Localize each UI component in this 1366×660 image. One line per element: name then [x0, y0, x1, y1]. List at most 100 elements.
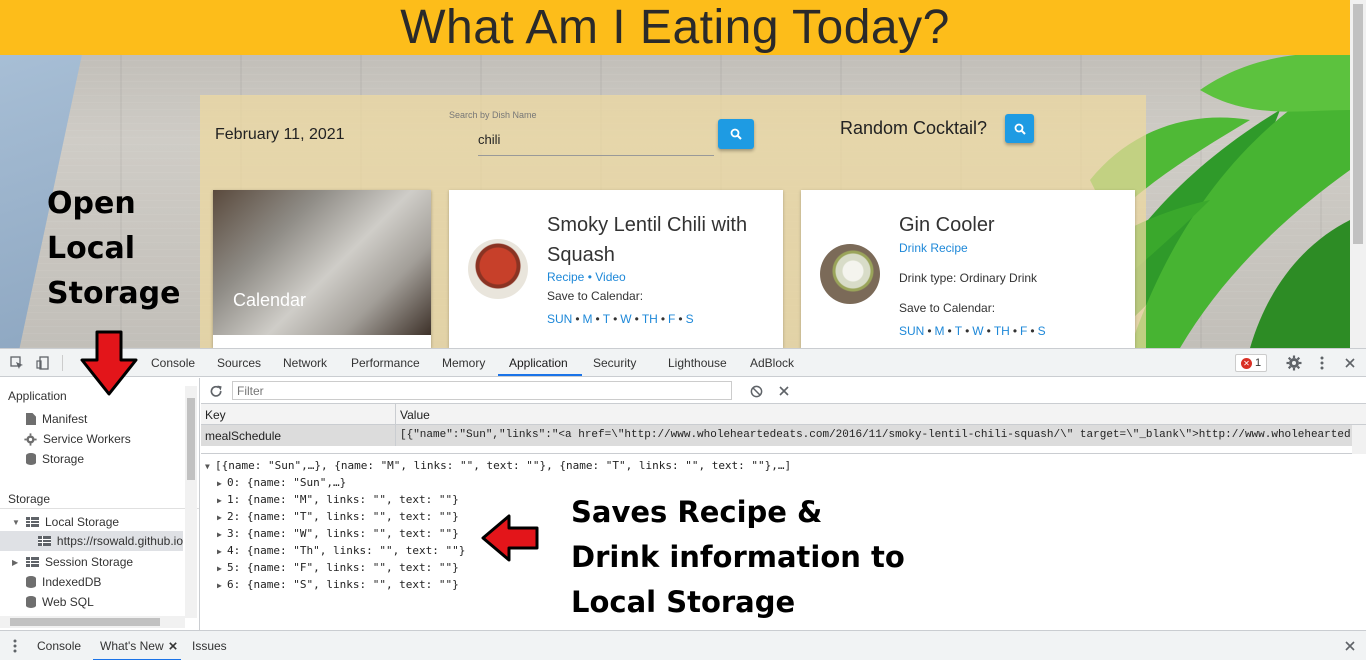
search-icon	[1014, 123, 1026, 135]
calendar-title: Calendar	[233, 290, 307, 310]
device-icon[interactable]	[34, 354, 52, 372]
application-sidebar: Application Manifest Service Workers Sto…	[0, 378, 200, 630]
tab-console[interactable]: Console	[151, 356, 195, 370]
expand-right-icon[interactable]: ▶	[217, 578, 227, 594]
expand-right-icon[interactable]: ▶	[217, 510, 227, 526]
search-button[interactable]	[718, 119, 754, 149]
open-local-storage-annotation: Open Local Storage	[47, 181, 180, 316]
recipe-day-links: SUN • M • T • W • TH • F • S	[547, 312, 694, 326]
site-title: What Am I Eating Today?	[400, 1, 950, 54]
close-icon[interactable]	[164, 637, 182, 655]
expand-right-icon[interactable]: ▶	[217, 527, 227, 543]
day-link-sun[interactable]: SUN	[899, 324, 924, 338]
day-link-sun[interactable]: SUN	[547, 312, 572, 326]
refresh-icon[interactable]	[207, 382, 225, 400]
day-link-m[interactable]: M	[935, 324, 945, 338]
clear-icon[interactable]	[775, 382, 793, 400]
sidebar-item-label: Manifest	[42, 412, 88, 426]
tab-adblock[interactable]: AdBlock	[750, 356, 794, 370]
filter-toolbar	[201, 378, 1366, 404]
sidebar-item-indexeddb[interactable]: IndexedDB	[26, 575, 101, 589]
gear-icon	[24, 432, 37, 446]
drawer-tab-whats-new[interactable]: What's New	[100, 639, 164, 653]
kebab-icon[interactable]	[6, 637, 24, 655]
day-link-s[interactable]: S	[1038, 324, 1046, 338]
preview-summary-row[interactable]: ▼ [{name: "Sun",…}, {name: "M", links: ""…	[205, 458, 791, 475]
random-cocktail-button[interactable]	[1005, 114, 1034, 143]
current-date: February 11, 2021	[215, 126, 345, 143]
filter-input[interactable]	[232, 381, 732, 400]
annotation-line: Saves Recipe &	[571, 495, 823, 529]
table-cell-value[interactable]: [{"name":"Sun","links":"<a href=\"http:/…	[396, 425, 1350, 446]
recipe-link[interactable]: Recipe	[547, 270, 584, 284]
tab-performance[interactable]: Performance	[351, 356, 420, 370]
sidebar-item-session-storage[interactable]: ▶ Session Storage	[12, 555, 133, 569]
day-link-th[interactable]: TH	[994, 324, 1010, 338]
day-link-s[interactable]: S	[686, 312, 694, 326]
sidebar-item-manifest[interactable]: Manifest	[26, 412, 87, 426]
page-scrollbar[interactable]	[1350, 0, 1366, 348]
tab-sources[interactable]: Sources	[217, 356, 261, 370]
tab-lighthouse[interactable]: Lighthouse	[668, 356, 727, 370]
day-link-m[interactable]: M	[583, 312, 593, 326]
drink-recipe-link[interactable]: Drink Recipe	[899, 241, 968, 255]
arrow-left-icon	[481, 514, 539, 562]
calendar-card[interactable]: Calendar	[213, 190, 431, 348]
kebab-icon[interactable]	[1313, 354, 1331, 372]
day-link-w[interactable]: W	[620, 312, 631, 326]
database-icon	[26, 596, 36, 608]
expand-right-icon[interactable]: ▶	[217, 561, 227, 577]
inspect-icon[interactable]	[8, 354, 26, 372]
column-header-key[interactable]: Key	[201, 404, 396, 424]
table-cell-key[interactable]: mealSchedule	[201, 425, 396, 446]
sidebar-item-storage[interactable]: Storage	[26, 452, 84, 466]
sidebar-item-local-storage[interactable]: ▼ Local Storage	[12, 515, 119, 529]
drawer-tab-console[interactable]: Console	[37, 639, 81, 653]
devtools-tabbar: Console Sources Network Performance Memo…	[0, 349, 1366, 377]
close-icon[interactable]	[1341, 354, 1359, 372]
expand-right-icon[interactable]: ▶	[217, 544, 227, 560]
sidebar-item-label: Local Storage	[45, 515, 120, 529]
error-count-badge[interactable]: ✕ 1	[1235, 354, 1267, 372]
preview-item: 1: {name: "M", links: "", text: ""}	[227, 493, 459, 506]
tab-security[interactable]: Security	[593, 356, 636, 370]
video-link[interactable]: Video	[595, 270, 625, 284]
devtools-drawer-tabbar: Console What's New Issues	[0, 630, 1366, 660]
drink-type: Drink type: Ordinary Drink	[899, 271, 1038, 285]
document-icon	[26, 413, 36, 425]
sidebar-item-service-workers[interactable]: Service Workers	[24, 432, 131, 446]
sidebar-item-label: Web SQL	[42, 595, 94, 609]
expand-right-icon[interactable]: ▶	[217, 476, 227, 492]
preview-item: 0: {name: "Sun",…}	[227, 476, 347, 489]
drawer-tab-issues[interactable]: Issues	[192, 639, 227, 653]
day-link-w[interactable]: W	[972, 324, 983, 338]
sidebar-scrollbar[interactable]	[185, 386, 197, 618]
preview-item: 3: {name: "W", links: "", text: ""}	[227, 527, 459, 540]
error-count: 1	[1254, 357, 1262, 369]
sidebar-horizontal-scrollbar[interactable]	[0, 616, 185, 628]
block-icon[interactable]	[747, 382, 765, 400]
gear-icon[interactable]	[1285, 354, 1303, 372]
day-link-th[interactable]: TH	[642, 312, 658, 326]
table-scrollbar[interactable]	[1352, 425, 1366, 454]
column-header-value[interactable]: Value	[396, 404, 1350, 424]
table-row[interactable]: mealSchedule [{"name":"Sun","links":"<a …	[201, 425, 1366, 446]
day-link-t[interactable]: T	[603, 312, 610, 326]
expand-down-icon[interactable]: ▼	[12, 518, 20, 527]
annotation-line: Local Storage	[571, 585, 796, 619]
sidebar-item-web-sql[interactable]: Web SQL	[26, 595, 94, 609]
sidebar-item-label: Service Workers	[43, 432, 131, 446]
close-icon[interactable]	[1341, 637, 1359, 655]
tab-network[interactable]: Network	[283, 356, 327, 370]
expand-right-icon[interactable]: ▶	[12, 558, 20, 567]
day-link-t[interactable]: T	[955, 324, 962, 338]
tab-memory[interactable]: Memory	[442, 356, 485, 370]
expand-right-icon[interactable]: ▶	[217, 493, 227, 509]
expand-down-icon[interactable]: ▼	[205, 459, 215, 475]
tab-application[interactable]: Application	[509, 356, 568, 370]
search-input[interactable]	[478, 124, 714, 156]
annotation-line: Storage	[47, 276, 181, 311]
sidebar-item-local-storage-origin[interactable]: https://rsowald.github.io	[0, 531, 183, 551]
preview-item: 4: {name: "Th", links: "", text: ""}	[227, 544, 466, 557]
table-header-row: Key Value	[201, 404, 1366, 425]
